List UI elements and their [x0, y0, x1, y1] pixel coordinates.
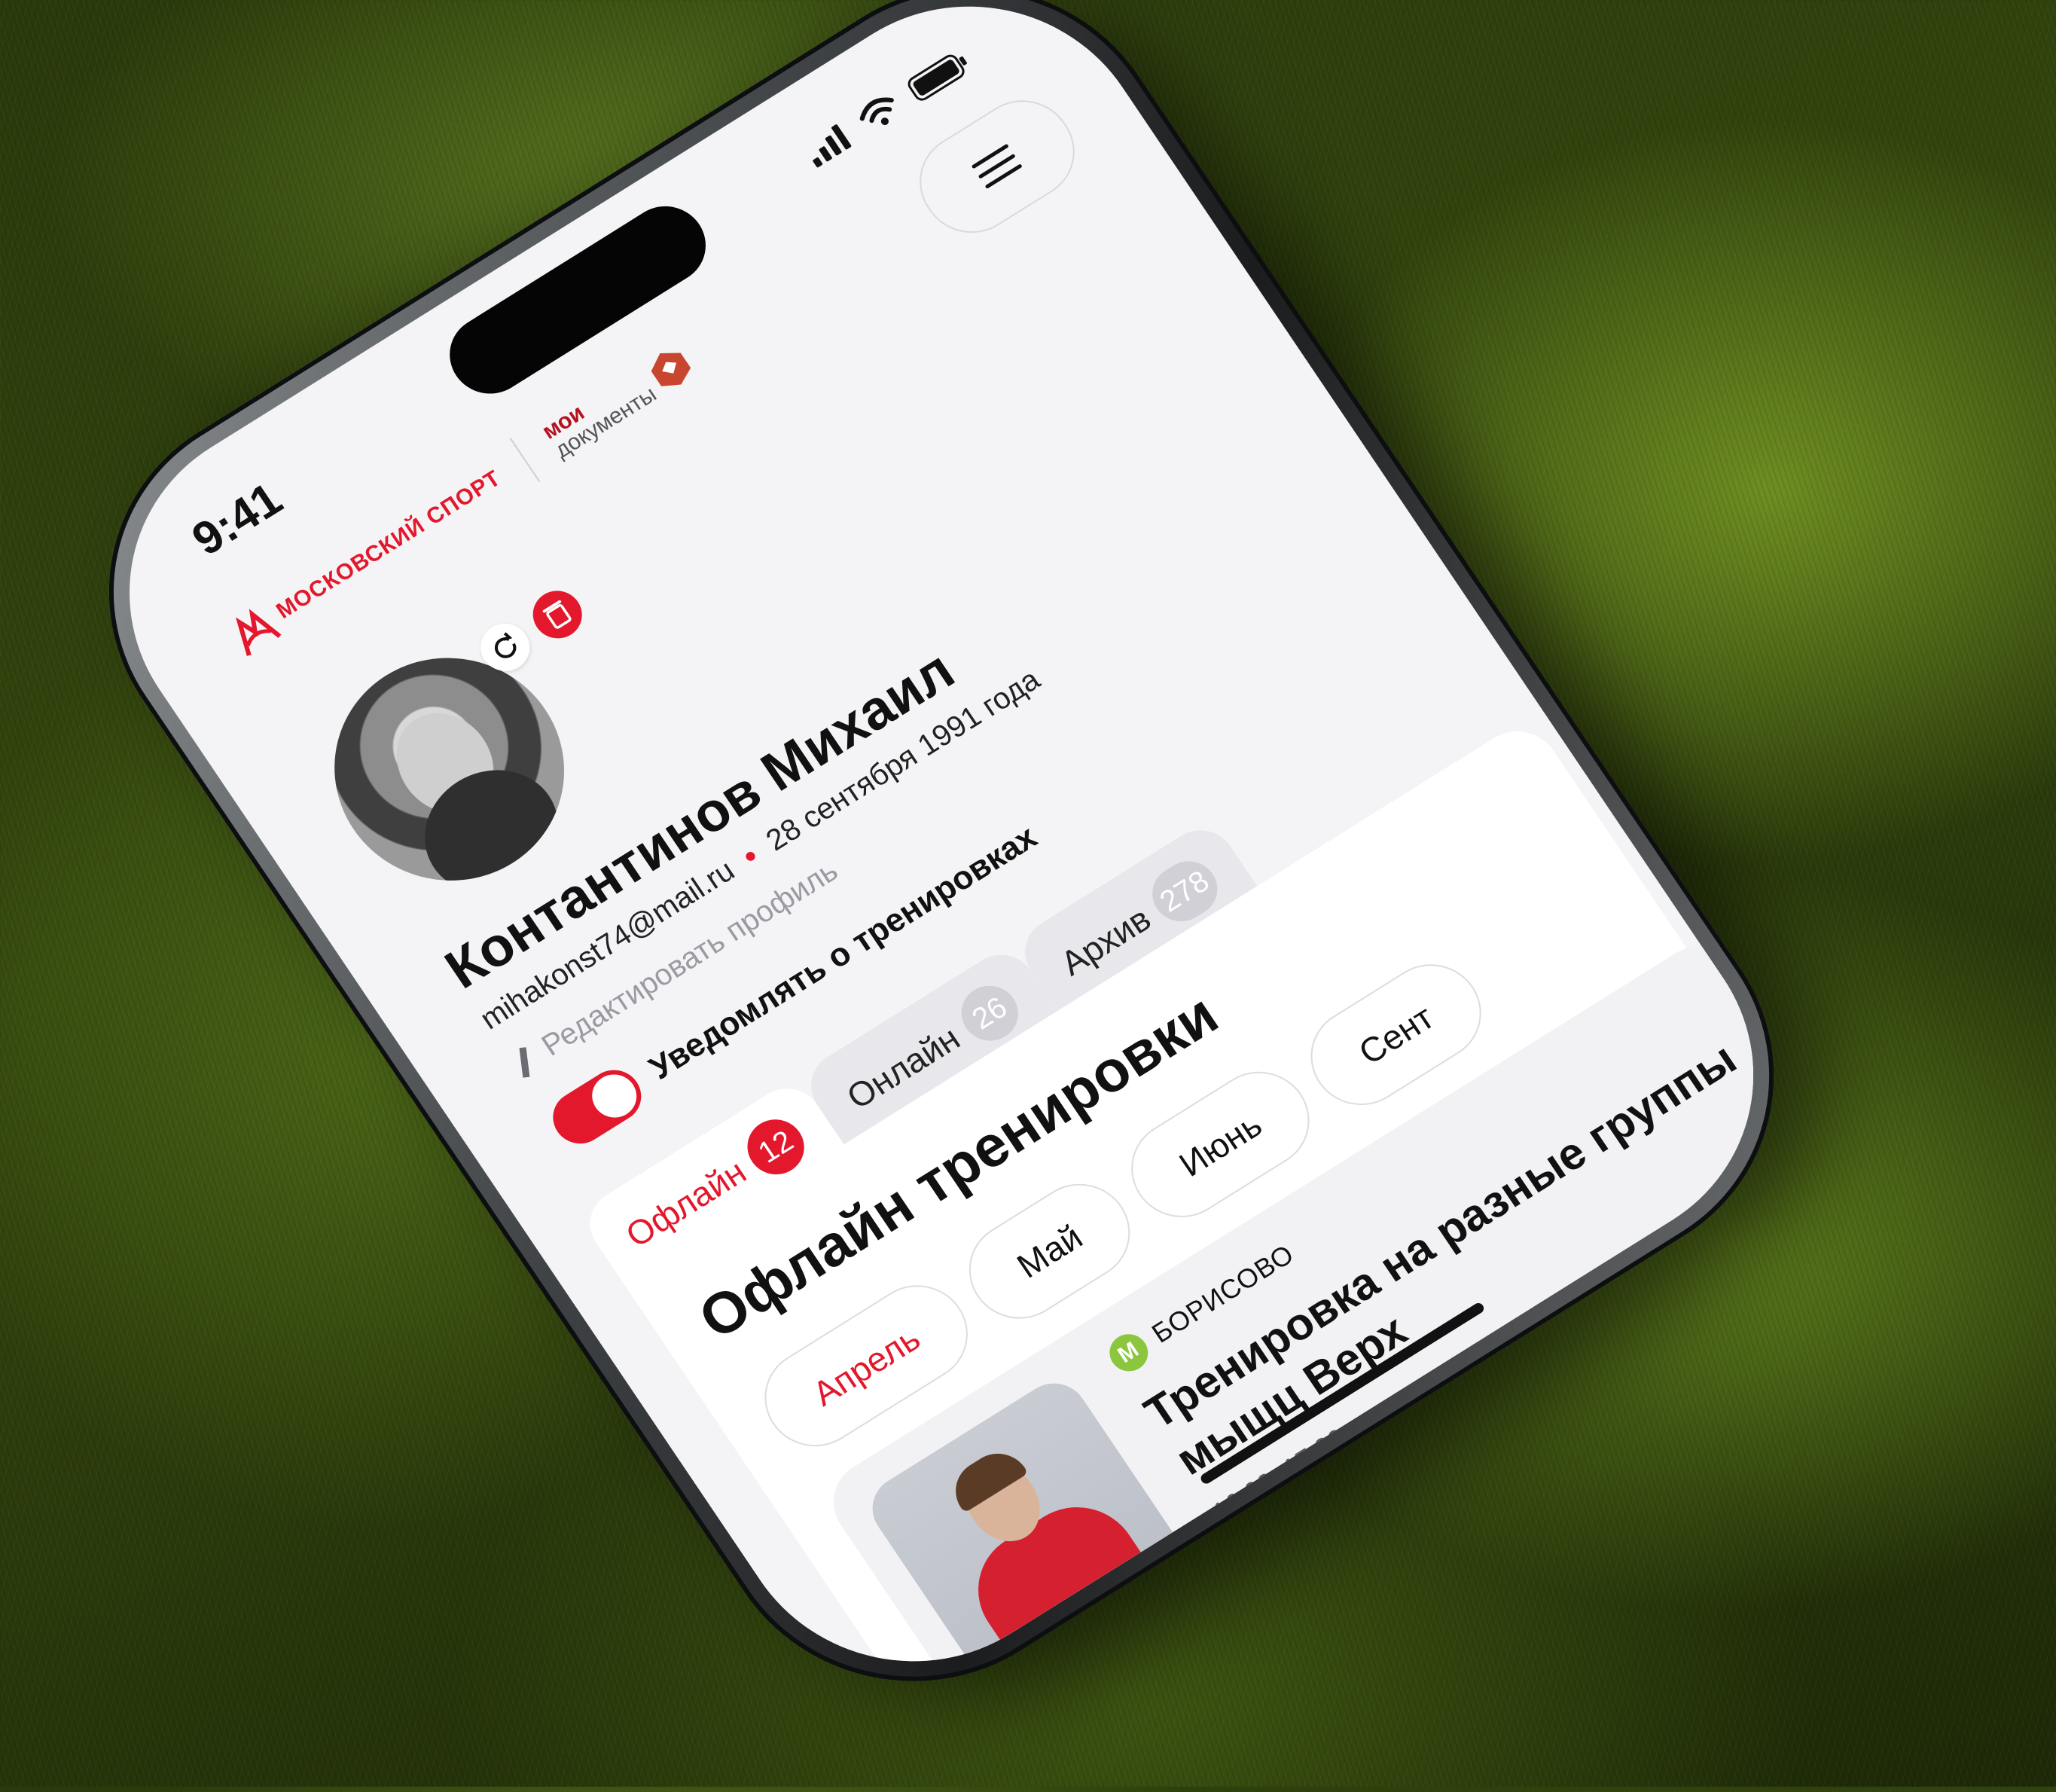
logo-divider — [509, 437, 541, 483]
delete-photo-button[interactable] — [523, 582, 592, 648]
hamburger-menu-icon — [972, 144, 1022, 189]
avatar-actions — [471, 582, 592, 680]
meta-separator-dot — [744, 850, 758, 862]
phone-screen: 9:41 МОСКОВСКИЙ СПОРТ мои документы Конт… — [59, 0, 1823, 1728]
refresh-icon — [494, 632, 517, 658]
status-time: 9:41 — [183, 472, 291, 566]
cellular-signal-icon — [813, 124, 852, 168]
location-pin-icon — [1271, 1577, 1298, 1608]
trash-icon — [542, 600, 572, 629]
phone-mockup: 9:41 МОСКОВСКИЙ СПОРТ мои документы Конт… — [23, 0, 1951, 1769]
battery-icon — [908, 54, 967, 101]
phone-device: 9:41 МОСКОВСКИЙ СПОРТ мои документы Конт… — [32, 0, 1902, 1769]
wifi-icon — [859, 97, 894, 125]
my-documents-logo-text: мои документы — [538, 365, 661, 463]
notify-toggle[interactable] — [542, 1060, 651, 1154]
moscow-sport-emblem-icon — [235, 609, 282, 656]
toggle-knob — [583, 1066, 645, 1126]
pencil-icon — [519, 1046, 530, 1078]
metro-icon: М — [1102, 1326, 1156, 1378]
